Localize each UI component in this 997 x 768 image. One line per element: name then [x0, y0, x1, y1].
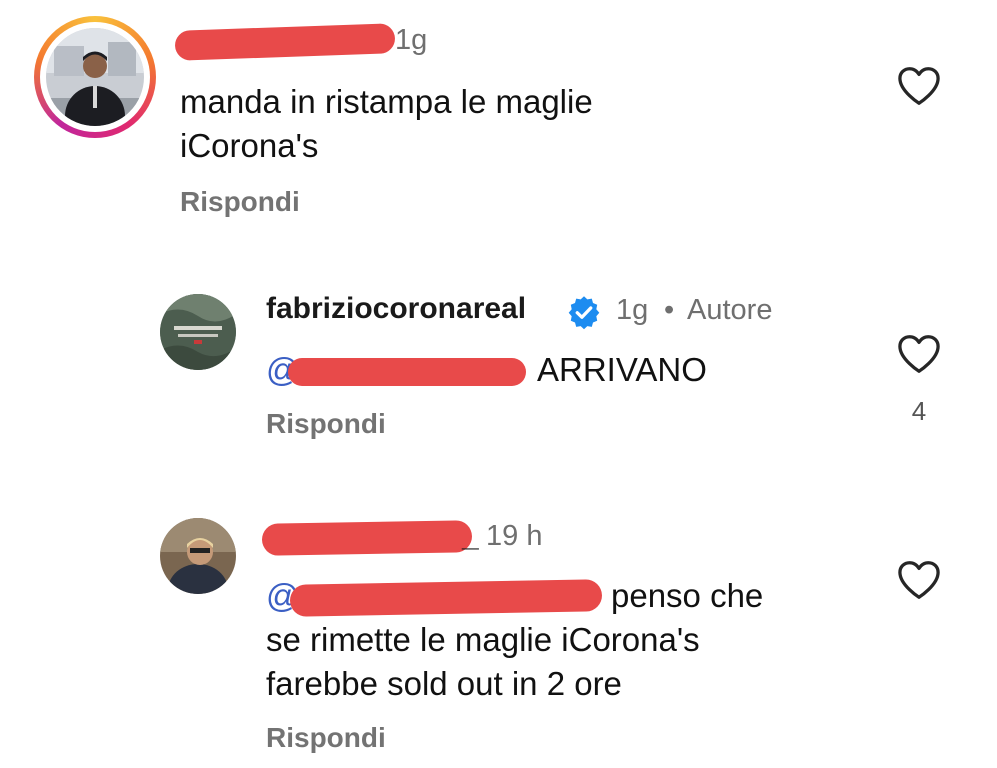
comment-text-line-3: farebbe sold out in 2 ore	[266, 665, 622, 702]
comment-text-line-1: penso che	[611, 577, 764, 614]
avatar[interactable]	[160, 294, 236, 370]
comment-item-2: fabriziocoronareal 1g • Autore @ ARRIVAN…	[0, 270, 997, 460]
author-badge: Autore	[687, 294, 773, 326]
reply-button[interactable]: Rispondi	[266, 722, 386, 754]
comment-item-3: _ 19 h @ se rimette le maglie iCorona's …	[0, 500, 997, 768]
heart-icon[interactable]	[897, 334, 941, 374]
comment-text-content: ARRIVANO	[537, 351, 707, 388]
avatar[interactable]	[46, 28, 144, 126]
like-count: 4	[911, 396, 927, 426]
meta-separator: •	[664, 294, 675, 326]
username-suffix: _	[462, 520, 479, 553]
comment-timestamp: 1g	[616, 294, 649, 326]
verified-badge-icon	[568, 296, 600, 330]
redacted-mention	[288, 358, 526, 386]
heart-icon[interactable]	[897, 66, 941, 106]
reply-button[interactable]: Rispondi	[180, 186, 300, 218]
comment-text-line-2: se rimette le maglie iCorona's	[266, 621, 700, 658]
redacted-username	[261, 520, 473, 556]
comment-text: manda in ristampa le maglie iCorona's	[180, 83, 593, 164]
comment-item-1: 1g manda in ristampa le maglie iCorona's…	[0, 0, 997, 240]
reply-button[interactable]: Rispondi	[266, 408, 386, 440]
comment-timestamp: 19 h	[486, 520, 543, 552]
username[interactable]: fabriziocoronareal	[266, 292, 526, 326]
comment-timestamp: 1g	[395, 24, 428, 56]
heart-icon[interactable]	[897, 560, 941, 600]
avatar[interactable]	[160, 518, 236, 594]
redacted-mention	[289, 579, 603, 617]
redacted-username	[174, 23, 396, 61]
